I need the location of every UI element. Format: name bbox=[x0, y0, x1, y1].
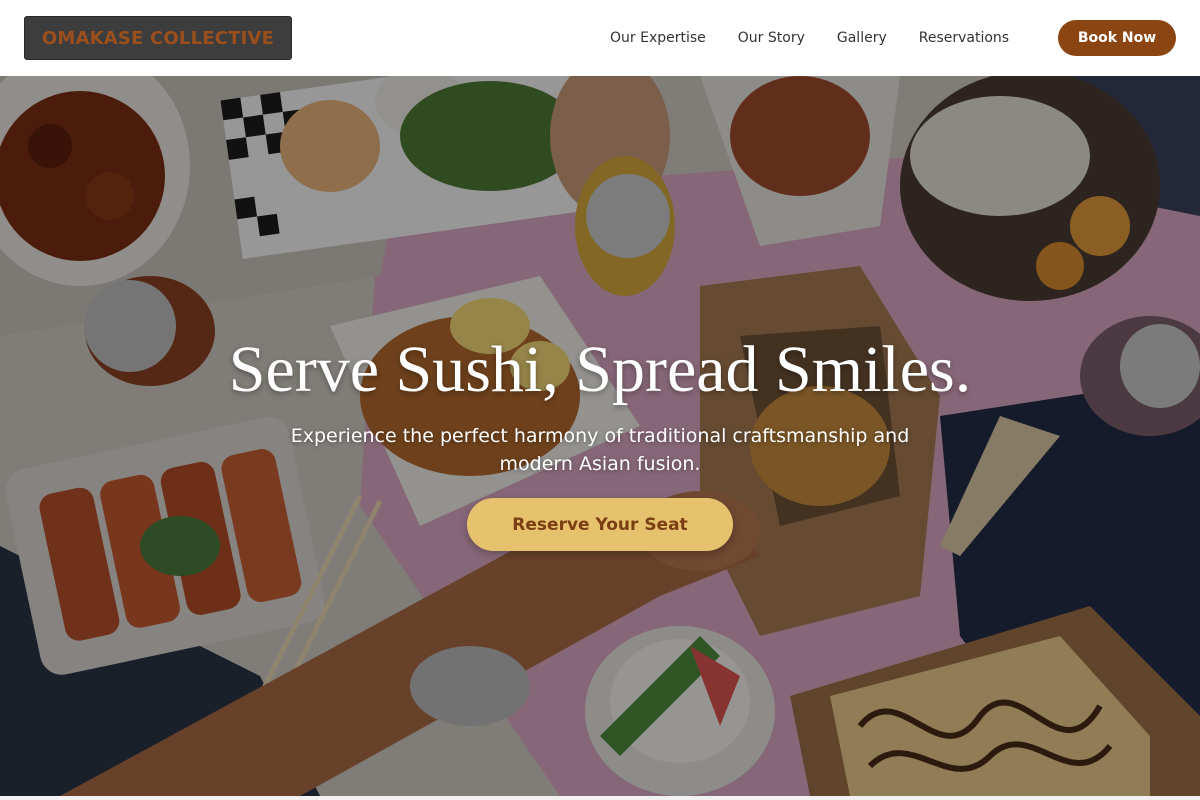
top-navbar: OMAKASE COLLECTIVE Our Expertise Our Sto… bbox=[0, 0, 1200, 76]
hero-title: Serve Sushi, Spread Smiles. bbox=[228, 333, 972, 406]
hero-section: Serve Sushi, Spread Smiles. Experience t… bbox=[0, 76, 1200, 796]
hero-subtitle: Experience the perfect harmony of tradit… bbox=[290, 425, 910, 475]
page-bottom-strip bbox=[0, 796, 1200, 800]
nav-link-reservations[interactable]: Reservations bbox=[919, 30, 1009, 46]
nav-link-gallery[interactable]: Gallery bbox=[837, 30, 887, 46]
hero-content: Serve Sushi, Spread Smiles. Experience t… bbox=[0, 76, 1200, 796]
main-nav: Our Expertise Our Story Gallery Reservat… bbox=[610, 0, 1041, 76]
reserve-seat-button[interactable]: Reserve Your Seat bbox=[467, 498, 733, 551]
site-logo[interactable]: OMAKASE COLLECTIVE bbox=[24, 16, 292, 60]
nav-link-our-story[interactable]: Our Story bbox=[738, 30, 805, 46]
book-now-button[interactable]: Book Now bbox=[1058, 20, 1176, 56]
nav-link-our-expertise[interactable]: Our Expertise bbox=[610, 30, 706, 46]
